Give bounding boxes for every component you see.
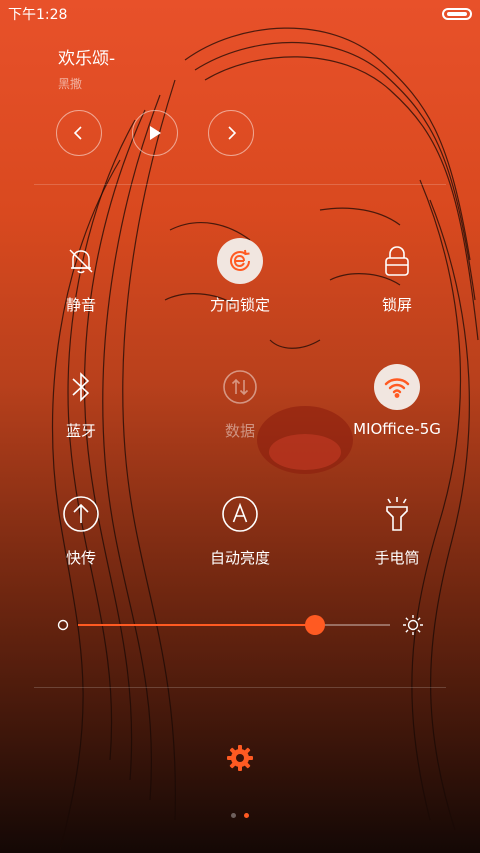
- next-track-button[interactable]: [208, 110, 254, 156]
- toggle-label: 静音: [65, 296, 96, 314]
- music-controls: [56, 110, 254, 156]
- chevron-left-icon: [73, 126, 82, 140]
- toggle-label: 蓝牙: [65, 422, 96, 440]
- toggle-bluetooth[interactable]: 蓝牙: [6, 364, 156, 441]
- status-bar: 下午1:28: [0, 0, 480, 28]
- divider: [34, 184, 446, 185]
- toggle-mute[interactable]: 静音: [6, 238, 156, 315]
- toggle-wifi[interactable]: MIOffice-5G: [322, 364, 472, 438]
- brightness-fill: [78, 624, 316, 626]
- gear-icon: [227, 745, 253, 771]
- toggle-label: 锁屏: [381, 296, 412, 314]
- divider: [34, 687, 446, 688]
- music-widget: 欢乐颂- 黑撒: [58, 44, 115, 92]
- play-icon: [150, 126, 161, 140]
- toggle-label: 方向锁定: [209, 296, 270, 314]
- lock-icon: [385, 246, 409, 276]
- toggle-data[interactable]: 数据: [165, 364, 315, 441]
- rotation-lock-icon: [230, 249, 250, 271]
- brightness-track[interactable]: [78, 624, 390, 626]
- toggle-label: 手电筒: [374, 549, 420, 567]
- page-indicator: [231, 813, 249, 818]
- toggle-lock-screen[interactable]: 锁屏: [322, 238, 472, 315]
- toggle-label: 自动亮度: [209, 549, 270, 567]
- previous-track-button[interactable]: [56, 110, 102, 156]
- data-transfer-icon: [223, 370, 257, 404]
- settings-button[interactable]: [226, 744, 254, 776]
- upload-icon: [63, 496, 99, 532]
- toggle-label: MIOffice-5G: [353, 420, 441, 438]
- toggle-auto-brightness[interactable]: 自动亮度: [165, 491, 315, 568]
- page-dot: [231, 813, 236, 818]
- auto-brightness-icon: [222, 496, 258, 532]
- battery-icon: [442, 8, 472, 20]
- brightness-thumb[interactable]: [305, 615, 326, 635]
- bluetooth-icon: [72, 372, 90, 402]
- sun-icon: [403, 615, 423, 635]
- song-title: 欢乐颂-: [58, 49, 116, 69]
- play-button[interactable]: [132, 110, 178, 156]
- wifi-icon: [384, 378, 410, 398]
- toggle-label: 数据: [224, 422, 255, 440]
- bell-off-icon: [69, 249, 93, 274]
- chevron-right-icon: [228, 126, 237, 140]
- toggle-rotation-lock[interactable]: 方向锁定: [165, 238, 315, 315]
- toggle-flashlight[interactable]: 手电筒: [322, 491, 472, 568]
- page-dot: [244, 813, 249, 818]
- toggle-quick-transfer[interactable]: 快传: [6, 491, 156, 568]
- brightness-low-icon: [57, 619, 69, 631]
- toggle-label: 快传: [65, 549, 96, 567]
- brightness-slider[interactable]: [56, 610, 426, 640]
- artist-name: 黑撒: [58, 77, 83, 91]
- status-time: 下午1:28: [8, 7, 68, 23]
- flashlight-icon: [386, 497, 408, 531]
